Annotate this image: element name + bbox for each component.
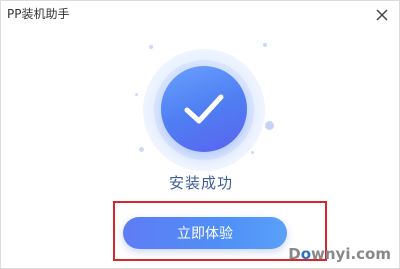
- install-success-text: 安装成功: [168, 174, 233, 192]
- window-title: PP装机助手: [7, 7, 70, 21]
- decorative-dot: [139, 147, 144, 152]
- watermark-accent: o: [300, 245, 312, 263]
- decorative-dot: [135, 93, 138, 96]
- decorative-dot: [263, 43, 267, 47]
- watermark-suffix: wnyi.com: [311, 245, 391, 263]
- watermark-prefix: D: [288, 245, 301, 263]
- close-icon[interactable]: [375, 8, 389, 22]
- decorative-dot: [149, 45, 153, 49]
- watermark: Downyi.com: [288, 245, 391, 263]
- checkmark-icon: [184, 94, 224, 124]
- decorative-dot: [265, 121, 274, 130]
- try-now-button[interactable]: 立即体验: [123, 217, 287, 249]
- close-button[interactable]: [375, 7, 389, 21]
- decorative-dot: [251, 151, 254, 154]
- success-badge: [161, 66, 247, 152]
- installer-window: PP装机助手 安装成功 立即体验 Downyi.com: [0, 0, 400, 269]
